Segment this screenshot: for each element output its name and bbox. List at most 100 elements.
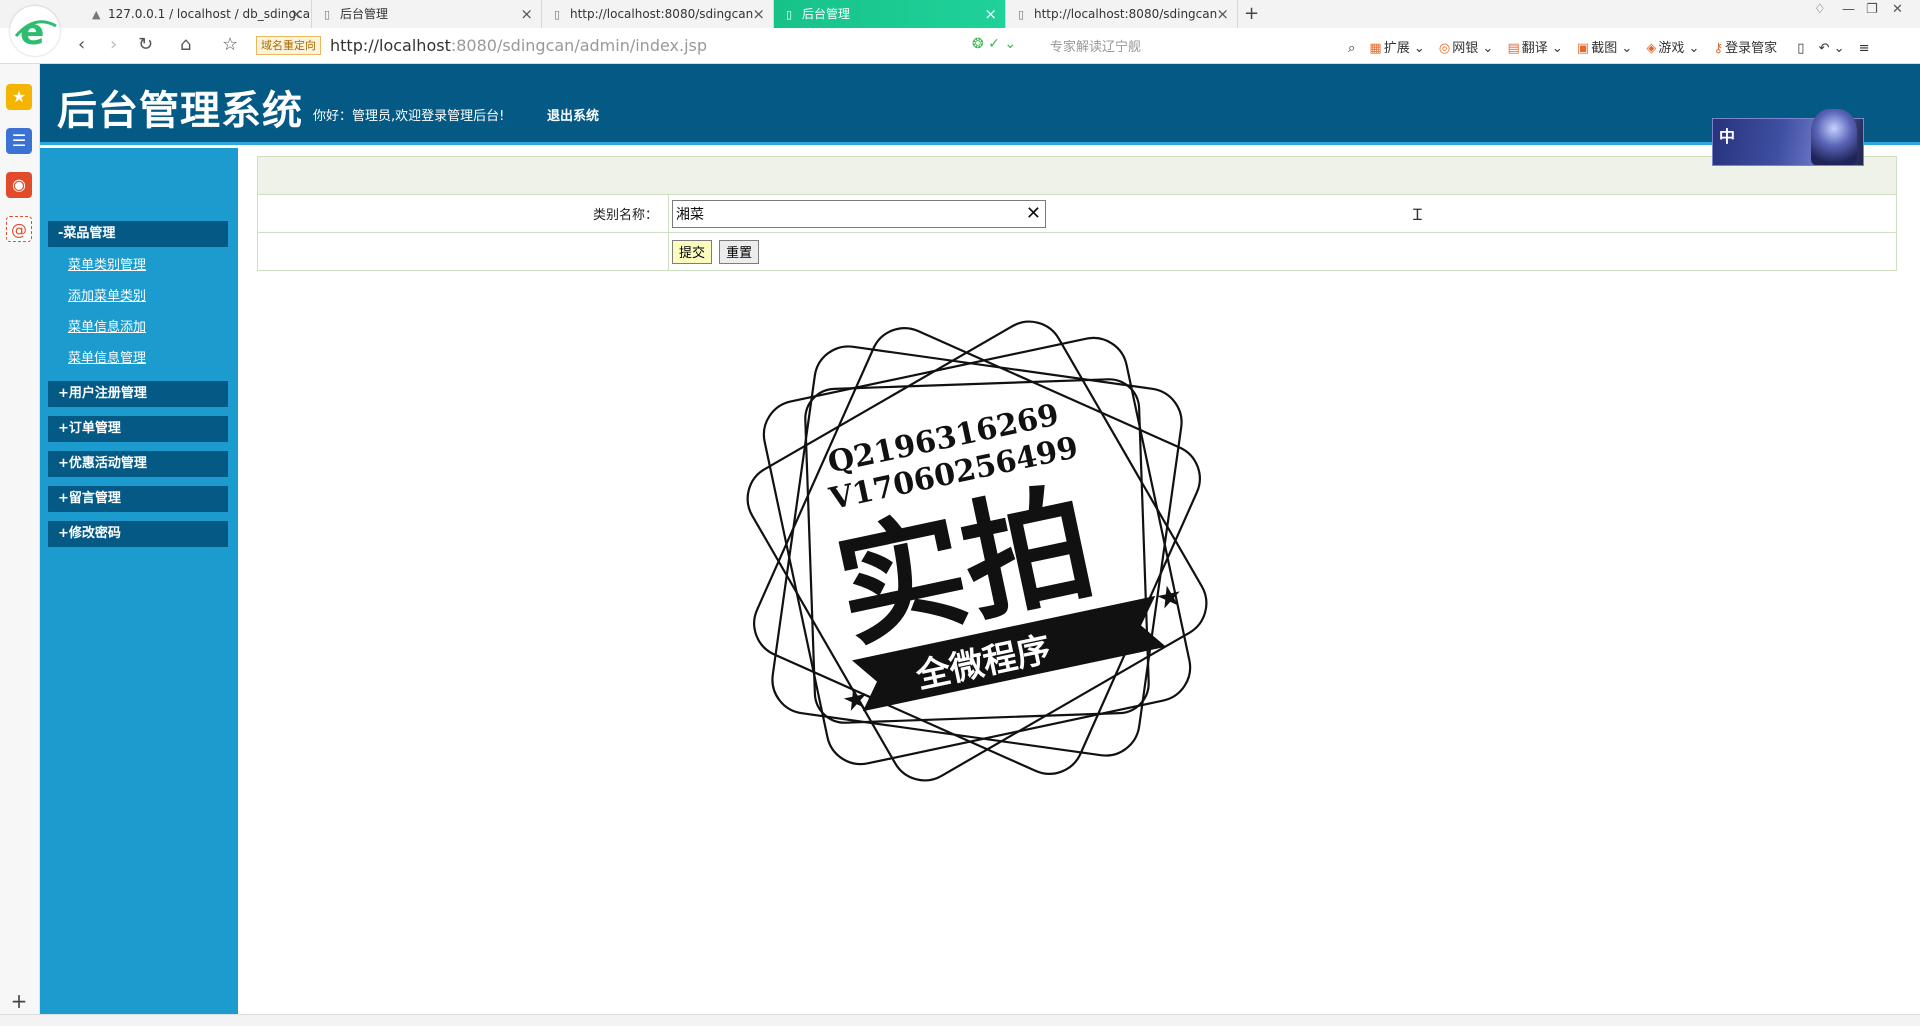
games-icon: ◈ bbox=[1646, 41, 1657, 56]
page-icon: ▯ bbox=[554, 8, 561, 21]
page-icon: ▯ bbox=[786, 8, 793, 21]
submit-button[interactable]: 提交 bbox=[672, 239, 713, 264]
reset-button[interactable]: 重置 bbox=[719, 239, 760, 264]
menu-item-category-manage[interactable]: 菜单类别管理 bbox=[68, 254, 146, 273]
search-placeholder: 专家解读辽宁舰 bbox=[1050, 40, 1142, 55]
page-icon: ▯ bbox=[1018, 8, 1025, 21]
search-icon[interactable]: ⌕ bbox=[1348, 41, 1355, 56]
tab-phpmyadmin[interactable]: ▲ 127.0.0.1 / localhost / db_sdingcan × bbox=[80, 0, 312, 28]
page-icon: ▯ bbox=[324, 8, 331, 21]
form-row-buttons: 提交 重置 bbox=[257, 232, 1897, 271]
browser-sidebar: ★ ☰ ◉ @ + bbox=[0, 64, 40, 1014]
menu-icon[interactable]: ≡ bbox=[1859, 41, 1870, 56]
forward-icon[interactable]: › bbox=[110, 34, 117, 55]
toolbar-label: 截图 bbox=[1591, 41, 1618, 56]
weibo-icon[interactable]: ◉ bbox=[6, 172, 32, 198]
tab-label: 后台管理 bbox=[802, 7, 851, 21]
restore-icon[interactable]: ❐ bbox=[1866, 2, 1878, 17]
add-icon[interactable]: + bbox=[6, 988, 32, 1014]
minimize-icon[interactable]: — bbox=[1842, 2, 1855, 17]
browser-tab-bar: e ▲ 127.0.0.1 / localhost / db_sdingcan ×… bbox=[0, 0, 1920, 56]
address-host: http://localhost bbox=[330, 36, 451, 55]
screenshot-icon: ▣ bbox=[1576, 41, 1590, 56]
toolbar-label: 登录管家 bbox=[1725, 41, 1778, 56]
site-title: 后台管理系统 bbox=[57, 88, 303, 134]
reading-list-icon[interactable]: ☰ bbox=[6, 128, 32, 154]
skin-icon[interactable]: ♢ bbox=[1814, 2, 1826, 17]
bank-icon: ◎ bbox=[1438, 41, 1451, 56]
category-form: 类别名称： ✕ Ɪ 提交 重置 bbox=[257, 156, 1897, 271]
address-path: :8080/sdingcan/admin/index.jsp bbox=[450, 36, 708, 55]
menu-group-messages[interactable]: +留言管理 bbox=[48, 486, 228, 512]
tab-localhost-1[interactable]: ▯ http://localhost:8080/sdingcan × bbox=[542, 0, 774, 28]
admin-page: 后台管理系统 你好：管理员,欢迎登录管理后台! 退出系统 中 -菜品管理 菜单类… bbox=[40, 64, 1920, 1014]
star-icon: ★ bbox=[1153, 578, 1187, 618]
menu-group-orders[interactable]: +订单管理 bbox=[48, 416, 228, 442]
new-tab-button[interactable]: + bbox=[1244, 0, 1259, 28]
search-input[interactable]: 专家解读辽宁舰 bbox=[1050, 36, 1350, 55]
menu-group-dishes[interactable]: -菜品管理 bbox=[48, 221, 228, 247]
home-icon[interactable]: ⌂ bbox=[180, 34, 191, 55]
menu-group-password[interactable]: +修改密码 bbox=[48, 521, 228, 547]
toolbar-login-manager[interactable]: ⚷ 登录管家 bbox=[1714, 37, 1778, 56]
game-character-icon bbox=[1811, 109, 1857, 165]
close-icon[interactable]: × bbox=[984, 0, 997, 28]
undo-icon[interactable]: ↶ ⌄ bbox=[1819, 41, 1845, 56]
bookmark-star-icon[interactable]: ☆ bbox=[222, 34, 238, 55]
toolbar-games[interactable]: ◈ 游戏 ⌄ bbox=[1646, 37, 1699, 56]
category-field-cell: ✕ Ɪ bbox=[668, 194, 1897, 233]
tab-label: 后台管理 bbox=[340, 7, 389, 21]
browser-logo-icon[interactable]: e bbox=[10, 6, 60, 56]
menu-item-add-category[interactable]: 添加菜单类别 bbox=[68, 285, 146, 304]
menu-group-promotions[interactable]: +优惠活动管理 bbox=[48, 451, 228, 477]
category-name-label: 类别名称： bbox=[257, 194, 669, 233]
close-icon[interactable]: × bbox=[290, 0, 303, 28]
svg-text:e: e bbox=[20, 12, 44, 53]
browser-nav-bar: ‹ › ↻ ⌂ ☆ 域名重定向 http://localhost:8080/sd… bbox=[0, 28, 1920, 64]
admin-sidebar: -菜品管理 菜单类别管理 添加菜单类别 菜单信息添加 菜单信息管理 +用户注册管… bbox=[40, 148, 238, 1014]
redirect-badge: 域名重定向 bbox=[256, 36, 321, 55]
close-icon[interactable]: × bbox=[752, 0, 765, 28]
category-name-input[interactable] bbox=[673, 200, 1013, 227]
toolbar-bank[interactable]: ◎ 网银 ⌄ bbox=[1439, 37, 1493, 56]
menu-item-dish-manage[interactable]: 菜单信息管理 bbox=[68, 347, 146, 366]
address-bar[interactable]: http://localhost:8080/sdingcan/admin/ind… bbox=[330, 35, 930, 57]
game-ad-banner[interactable]: 中 bbox=[1712, 109, 1864, 166]
mail-icon[interactable]: @ bbox=[6, 216, 32, 242]
tab-admin-active[interactable]: ▯ 后台管理 × bbox=[774, 0, 1006, 28]
star-icon: ★ bbox=[839, 680, 873, 720]
watermark-stamp: Q2196316269 V17060256499 实拍 全微程序 ★ ★ bbox=[722, 296, 1232, 806]
form-header-row bbox=[257, 156, 1897, 195]
tab-label: http://localhost:8080/sdingcan bbox=[570, 7, 754, 21]
translate-icon: ▤ bbox=[1507, 41, 1520, 56]
tab-admin-1[interactable]: ▯ 后台管理 × bbox=[312, 0, 542, 28]
form-buttons-cell: 提交 重置 bbox=[668, 232, 1897, 271]
pma-icon: ▲ bbox=[92, 8, 101, 21]
logout-link[interactable]: 退出系统 bbox=[547, 105, 599, 124]
ime-indicator[interactable]: 中 bbox=[1719, 123, 1735, 147]
menu-item-add-dish[interactable]: 菜单信息添加 bbox=[68, 316, 146, 335]
back-icon[interactable]: ‹ bbox=[78, 34, 85, 55]
security-icon[interactable]: ❂ ✓ ⌄ bbox=[972, 36, 1016, 52]
close-window-icon[interactable]: ✕ bbox=[1892, 2, 1903, 17]
reader-icon[interactable]: ▯ bbox=[1797, 41, 1804, 56]
toolbar-label: 扩展 bbox=[1383, 41, 1410, 56]
favorites-star-icon[interactable]: ★ bbox=[6, 84, 32, 110]
toolbar-screenshot[interactable]: ▣ 截图 ⌄ bbox=[1577, 37, 1632, 56]
reload-icon[interactable]: ↻ bbox=[138, 34, 153, 55]
welcome-text: 你好：管理员,欢迎登录管理后台! bbox=[313, 109, 505, 124]
toolbar-translate[interactable]: ▤ 翻译 ⌄ bbox=[1507, 37, 1562, 56]
toolbar-label: 网银 bbox=[1452, 41, 1479, 56]
tab-label: 127.0.0.1 / localhost / db_sdingcan bbox=[108, 7, 312, 21]
watermark-graphic: Q2196316269 V17060256499 实拍 全微程序 ★ ★ bbox=[746, 320, 1208, 782]
toolbar-label: 游戏 bbox=[1658, 41, 1685, 56]
clear-input-icon[interactable]: ✕ bbox=[1026, 203, 1041, 224]
form-table: 类别名称： ✕ Ɪ 提交 重置 bbox=[257, 156, 1897, 271]
menu-group-users[interactable]: +用户注册管理 bbox=[48, 381, 228, 407]
tab-localhost-2[interactable]: ▯ http://localhost:8080/sdingcan × bbox=[1006, 0, 1238, 28]
close-icon[interactable]: × bbox=[520, 0, 533, 28]
browser-toolbar: ⌕ ▦ 扩展 ⌄ ◎ 网银 ⌄ ▤ 翻译 ⌄ ▣ 截图 ⌄ ◈ 游戏 ⌄ ⚷ 登录管家 ▯ … bbox=[1348, 37, 1880, 56]
toolbar-label: 翻译 bbox=[1521, 41, 1548, 56]
toolbar-extensions[interactable]: ▦ 扩展 ⌄ bbox=[1369, 37, 1424, 56]
close-icon[interactable]: × bbox=[1216, 0, 1229, 28]
